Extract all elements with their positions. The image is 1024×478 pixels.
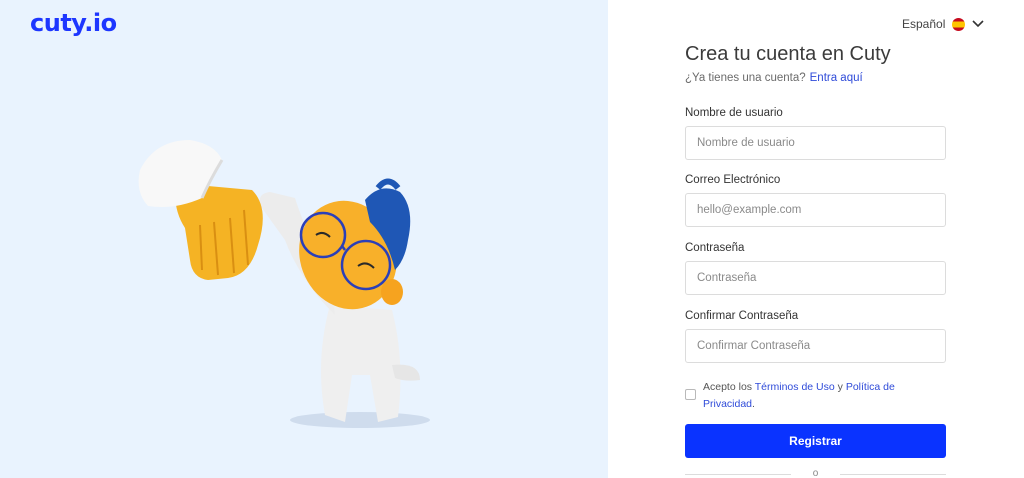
terms-checkbox[interactable] (685, 389, 696, 400)
logo[interactable]: cuty.io (30, 9, 117, 37)
username-label: Nombre de usuario (685, 107, 783, 119)
login-link[interactable]: Entra aquí (810, 72, 863, 84)
language-selector[interactable]: Español (902, 17, 984, 31)
divider-line-right (840, 474, 946, 475)
login-prompt: ¿Ya tienes una cuenta? Entra aquí (685, 72, 946, 84)
chevron-down-icon (972, 20, 984, 28)
confirm-password-label: Confirmar Contraseña (685, 310, 799, 322)
have-account-text: ¿Ya tienes una cuenta? (685, 72, 806, 84)
signup-panel: Español Crea tu cuenta en Cuty ¿Ya tiene… (608, 0, 1024, 478)
terms-prefix: Acepto los (703, 381, 753, 393)
confirm-password-field-group: Confirmar Contraseña (685, 310, 946, 363)
spain-flag-icon (952, 17, 966, 31)
email-input[interactable] (685, 193, 946, 227)
confirm-password-input[interactable] (685, 329, 946, 363)
password-label: Contraseña (685, 242, 745, 254)
hero-panel: cuty.io (0, 0, 608, 478)
language-label: Español (902, 17, 946, 31)
terms-text: Acepto los Términos de Uso y Política de… (703, 379, 946, 413)
mascot-illustration (138, 140, 430, 428)
password-input[interactable] (685, 261, 946, 295)
email-field-group: Correo Electrónico (685, 174, 946, 227)
terms-of-use-link[interactable]: Términos de Uso (755, 381, 835, 393)
username-input[interactable] (685, 126, 946, 160)
password-field-group: Contraseña (685, 242, 946, 295)
email-label: Correo Electrónico (685, 174, 781, 186)
register-button[interactable]: Registrar (685, 424, 946, 458)
terms-suffix: . (752, 398, 755, 410)
terms-conjunction: y (837, 381, 843, 393)
page-title: Crea tu cuenta en Cuty (685, 43, 891, 65)
terms-agreement: Acepto los Términos de Uso y Política de… (685, 379, 946, 413)
signup-form: Crea tu cuenta en Cuty ¿Ya tienes una cu… (685, 43, 946, 478)
divider-text: o (812, 468, 819, 478)
or-divider: o (685, 467, 946, 478)
username-field-group: Nombre de usuario (685, 107, 946, 160)
